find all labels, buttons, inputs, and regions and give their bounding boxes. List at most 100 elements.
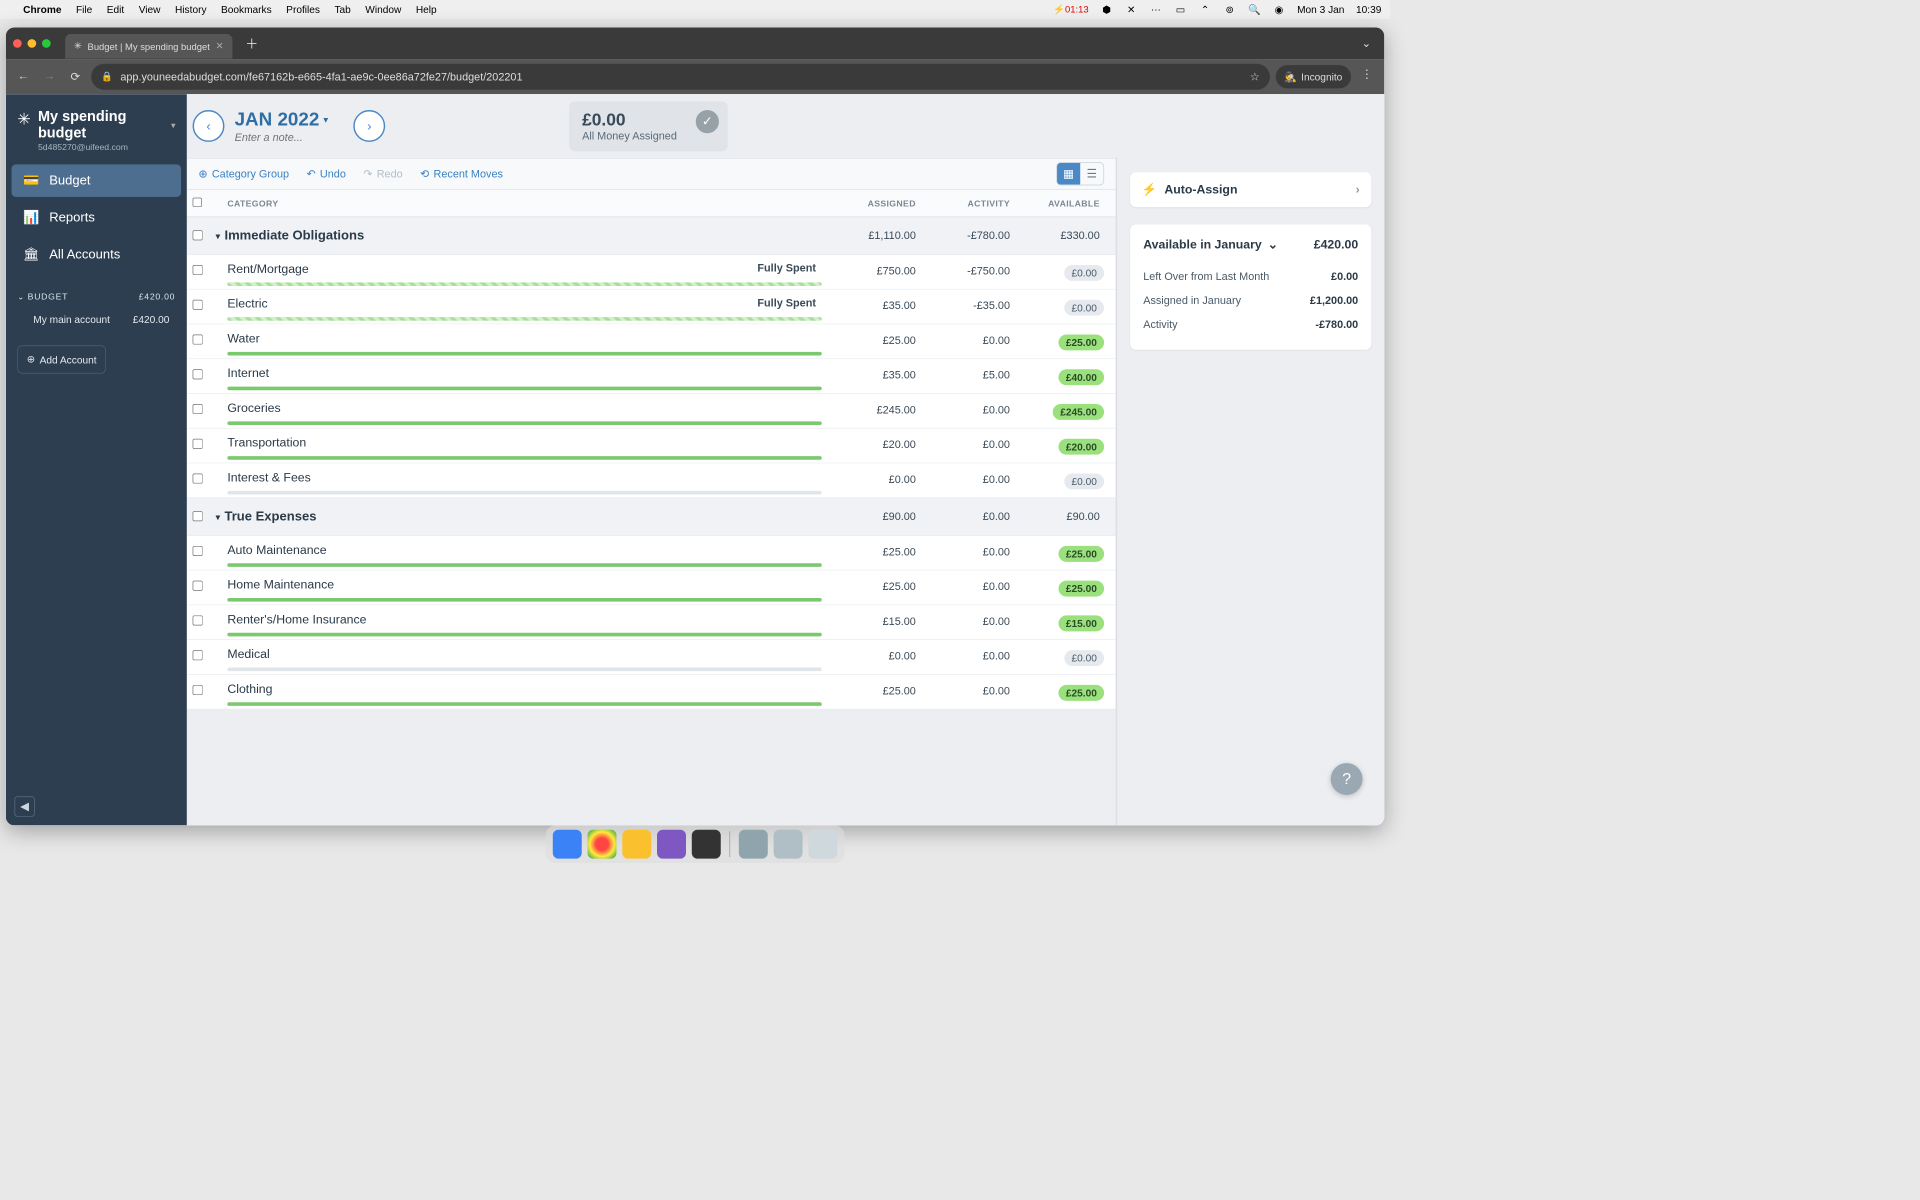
row-assigned[interactable]: £0.00 <box>822 647 916 662</box>
row-assigned[interactable]: £245.00 <box>822 401 916 416</box>
row-assigned[interactable]: £25.00 <box>822 543 916 558</box>
row-assigned[interactable]: £35.00 <box>822 297 916 312</box>
category-row[interactable]: Transportation £20.00 £0.00 £20.00 <box>187 429 1116 464</box>
add-account-button[interactable]: ⊕ Add Account <box>17 345 106 373</box>
row-assigned[interactable]: £35.00 <box>822 366 916 381</box>
available-toggle[interactable]: Available in January⌄ £420.00 <box>1143 237 1358 251</box>
back-button[interactable]: ← <box>13 67 33 87</box>
tab-list-button[interactable]: ⌄ <box>1356 36 1377 50</box>
menu-file[interactable]: File <box>76 4 92 16</box>
status-icon-1[interactable]: ✕ <box>1125 3 1138 15</box>
row-checkbox[interactable] <box>193 685 203 695</box>
group-checkbox[interactable] <box>193 230 203 240</box>
category-row[interactable]: Home Maintenance £25.00 £0.00 £25.00 <box>187 571 1116 606</box>
menu-view[interactable]: View <box>139 4 161 16</box>
address-bar[interactable]: 🔒 app.youneedabudget.com/fe67162b-e665-4… <box>91 64 1269 90</box>
wifi-icon[interactable]: ⌃ <box>1199 3 1212 15</box>
prev-month-button[interactable]: ‹ <box>193 110 225 142</box>
row-available[interactable]: £245.00 <box>1010 401 1104 420</box>
recent-moves-button[interactable]: ⟲Recent Moves <box>420 167 503 180</box>
budget-table-body[interactable]: ▾Immediate Obligations £1,110.00 -£780.0… <box>187 217 1116 825</box>
row-checkbox[interactable] <box>193 581 203 591</box>
budget-switcher[interactable]: ✳ My spending budget▾ 5d485270@uifeed.co… <box>6 104 187 162</box>
browser-tab[interactable]: ✳ Budget | My spending budget ✕ <box>65 34 232 59</box>
menu-help[interactable]: Help <box>416 4 437 16</box>
dock-terminal-icon[interactable] <box>692 830 721 859</box>
row-assigned[interactable]: £20.00 <box>822 436 916 451</box>
bookmark-star-button[interactable]: ☆ <box>1250 70 1260 83</box>
category-row[interactable]: Water £25.00 £0.00 £25.00 <box>187 324 1116 359</box>
incognito-chip[interactable]: 🕵 Incognito <box>1275 65 1350 88</box>
collapse-icon[interactable]: ▾ <box>216 512 220 522</box>
control-center-icon[interactable]: ⊚ <box>1223 3 1236 15</box>
nav-all-accounts[interactable]: 🏛 All Accounts <box>12 238 181 271</box>
menubar-date[interactable]: Mon 3 Jan <box>1297 4 1344 16</box>
view-list-button[interactable]: ☰ <box>1080 163 1103 185</box>
new-tab-button[interactable]: ＋ <box>241 34 263 53</box>
forward-button[interactable]: → <box>39 67 59 87</box>
dropbox-icon[interactable]: ⬢ <box>1100 3 1113 15</box>
group-checkbox[interactable] <box>193 511 203 521</box>
row-checkbox[interactable] <box>193 439 203 449</box>
to-be-budgeted-card[interactable]: £0.00 All Money Assigned ✓ <box>569 101 727 151</box>
dock-finder-icon[interactable] <box>553 830 582 859</box>
dock-folder-icon[interactable] <box>774 830 803 859</box>
window-minimize-button[interactable] <box>28 39 37 48</box>
row-assigned[interactable]: £750.00 <box>822 262 916 277</box>
row-checkbox[interactable] <box>193 650 203 660</box>
row-checkbox[interactable] <box>193 300 203 310</box>
menu-tab[interactable]: Tab <box>334 4 350 16</box>
menu-app-name[interactable]: Chrome <box>23 4 61 16</box>
row-available[interactable]: £0.00 <box>1010 647 1104 666</box>
menu-edit[interactable]: Edit <box>107 4 124 16</box>
row-available[interactable]: £20.00 <box>1010 436 1104 455</box>
battery-icon[interactable]: ⚡01:13 <box>1053 4 1088 16</box>
window-maximize-button[interactable] <box>42 39 51 48</box>
category-row[interactable]: Interest & Fees £0.00 £0.00 £0.00 <box>187 463 1116 498</box>
reload-button[interactable]: ⟳ <box>65 67 85 87</box>
row-assigned[interactable]: £25.00 <box>822 332 916 347</box>
budget-section-header[interactable]: ⌄BUDGET £420.00 <box>17 287 175 306</box>
row-available[interactable]: £40.00 <box>1010 366 1104 385</box>
select-all-checkbox[interactable] <box>193 197 202 206</box>
row-available[interactable]: £15.00 <box>1010 613 1104 632</box>
row-checkbox[interactable] <box>193 404 203 414</box>
menu-profiles[interactable]: Profiles <box>286 4 320 16</box>
row-available[interactable]: £0.00 <box>1010 262 1104 281</box>
category-row[interactable]: Rent/Mortgage Fully Spent £750.00 -£750.… <box>187 255 1116 290</box>
row-assigned[interactable]: £25.00 <box>822 682 916 697</box>
view-card-button[interactable]: ▦ <box>1057 163 1080 185</box>
row-checkbox[interactable] <box>193 615 203 625</box>
status-icon-2[interactable]: ⋯ <box>1149 3 1162 15</box>
row-checkbox[interactable] <box>193 546 203 556</box>
row-available[interactable]: £25.00 <box>1010 543 1104 562</box>
row-checkbox[interactable] <box>193 334 203 344</box>
category-row[interactable]: Clothing £25.00 £0.00 £25.00 <box>187 675 1116 710</box>
add-category-group-button[interactable]: ⊕Category Group <box>198 167 289 180</box>
account-row[interactable]: My main account £420.00 <box>17 306 175 332</box>
category-group-row[interactable]: ▾True Expenses £90.00 £0.00 £90.00 <box>187 498 1116 536</box>
menubar-time[interactable]: 10:39 <box>1356 4 1381 16</box>
undo-button[interactable]: ↶Undo <box>306 167 345 180</box>
category-row[interactable]: Groceries £245.00 £0.00 £245.00 <box>187 394 1116 429</box>
dock-notes-icon[interactable] <box>622 830 651 859</box>
display-icon[interactable]: ▭ <box>1174 3 1187 15</box>
row-assigned[interactable]: £15.00 <box>822 613 916 628</box>
category-row[interactable]: Renter's/Home Insurance £15.00 £0.00 £15… <box>187 605 1116 640</box>
row-assigned[interactable]: £25.00 <box>822 578 916 593</box>
collapse-icon[interactable]: ▾ <box>216 231 220 241</box>
dock-chrome-icon[interactable] <box>588 830 617 859</box>
spotlight-icon[interactable]: 🔍 <box>1248 3 1261 15</box>
category-row[interactable]: Internet £35.00 £5.00 £40.00 <box>187 359 1116 394</box>
menu-history[interactable]: History <box>175 4 207 16</box>
next-month-button[interactable]: › <box>353 110 385 142</box>
row-available[interactable]: £0.00 <box>1010 297 1104 316</box>
nav-reports[interactable]: 📊 Reports <box>12 201 181 234</box>
collapse-sidebar-button[interactable]: ◀ <box>14 796 34 816</box>
siri-icon[interactable]: ◉ <box>1272 3 1285 15</box>
auto-assign-button[interactable]: ⚡ Auto-Assign › <box>1130 172 1371 207</box>
row-available[interactable]: £25.00 <box>1010 332 1104 351</box>
category-row[interactable]: Medical £0.00 £0.00 £0.00 <box>187 640 1116 675</box>
redo-button[interactable]: ↷Redo <box>363 167 402 180</box>
category-row[interactable]: Electric Fully Spent £35.00 -£35.00 £0.0… <box>187 290 1116 325</box>
